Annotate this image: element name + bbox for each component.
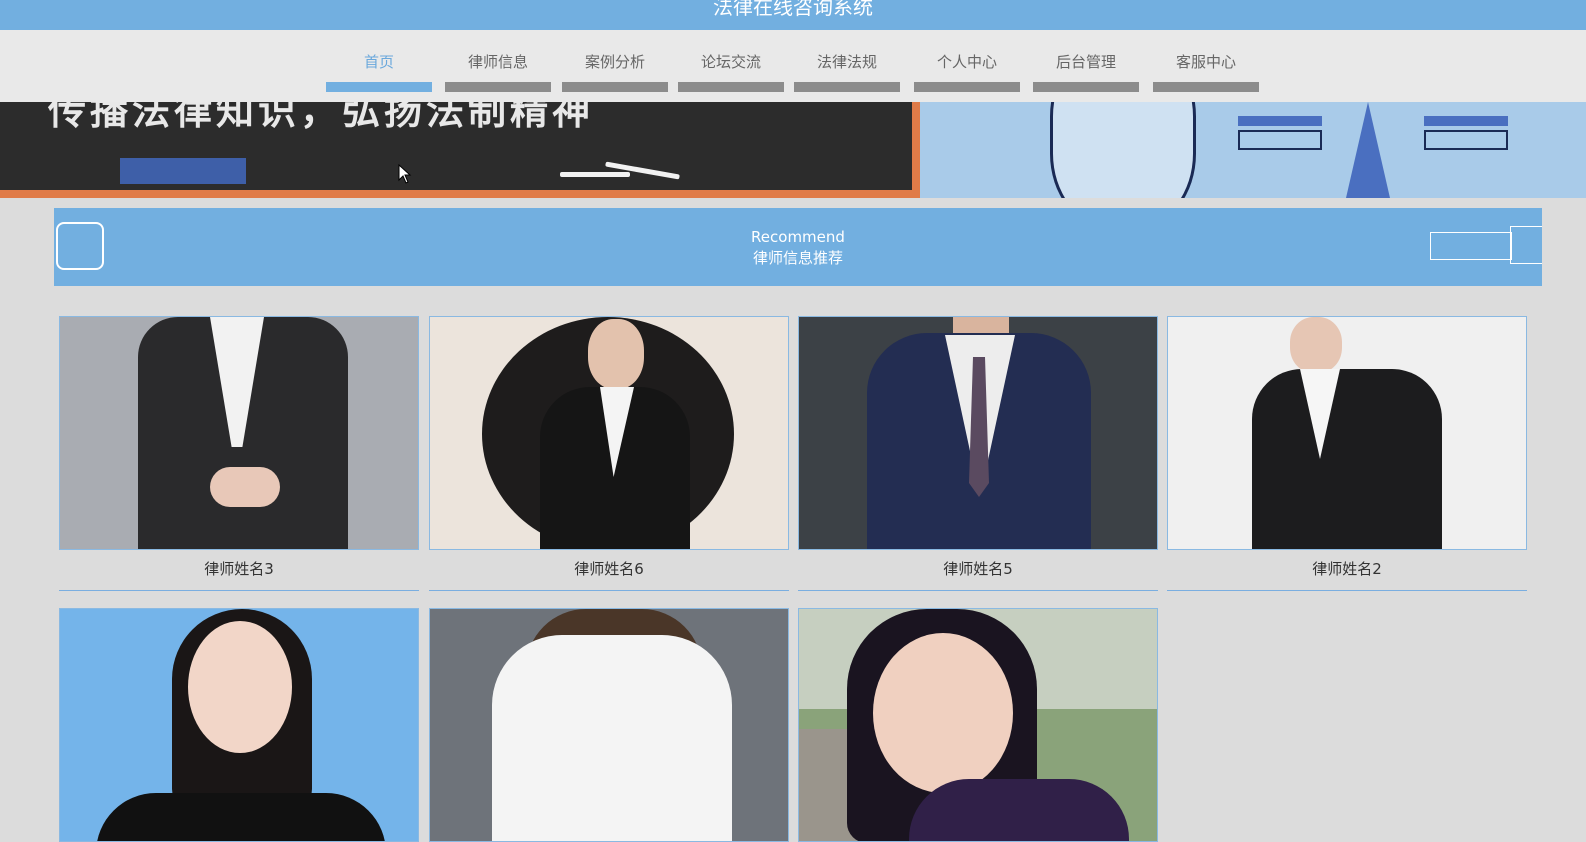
illustration-figure [1050,102,1196,198]
lawyer-photo[interactable] [1167,316,1527,550]
nav-profile[interactable]: 个人中心 [914,52,1020,92]
illustration-pocket-outline [1238,130,1322,150]
illustration-pocket-outline [1424,130,1508,150]
lawyer-name: 律师姓名2 [1312,560,1382,578]
nav-underline [794,82,900,92]
nav-underline [326,82,432,92]
nav-underline [562,82,668,92]
jacket-shape [909,779,1129,841]
nav-underline [445,82,551,92]
suit-shape [1252,369,1442,549]
nav-underline [1033,82,1139,92]
nav-label: 首页 [363,53,394,71]
recommend-decor-frame [1510,226,1542,264]
illustration-pocket [1238,116,1322,126]
nav-label: 案例分析 [584,53,645,71]
nav-label: 后台管理 [1055,53,1116,71]
mouse-cursor-icon [398,164,412,184]
main-nav: 首页 律师信息 案例分析 论坛交流 法律法规 个人中心 后台管理 客服中心 [0,30,1586,102]
recommend-title-en: Recommend [751,228,845,246]
lawyer-photo[interactable] [429,316,789,550]
hands-shape [210,467,280,507]
nav-home[interactable]: 首页 [326,52,432,92]
card-divider [429,590,789,591]
nav-support[interactable]: 客服中心 [1153,52,1259,92]
nav-underline [914,82,1020,92]
recommend-header: Recommend 律师信息推荐 [54,208,1542,286]
lawyer-photo[interactable] [59,316,419,550]
nav-admin[interactable]: 后台管理 [1033,52,1139,92]
nav-underline [1153,82,1259,92]
card-divider [1167,590,1527,591]
board-eraser-shape [120,158,246,184]
lawyer-photo[interactable] [429,608,789,842]
lawyer-photo[interactable] [798,316,1158,550]
lawyer-photo[interactable] [59,608,419,842]
nav-underline [678,82,784,92]
lawyer-name: 律师姓名6 [574,560,644,578]
lawyer-name: 律师姓名3 [204,560,274,578]
nav-cases[interactable]: 案例分析 [562,52,668,92]
face-shape [1290,317,1342,373]
card-divider [798,590,1158,591]
tie-illustration [1346,102,1390,198]
lawyer-name: 律师姓名5 [943,560,1013,578]
shirt-shape [492,635,732,841]
nav-laws[interactable]: 法律法规 [794,52,900,92]
face-shape [588,319,644,389]
nav-label: 论坛交流 [700,53,761,71]
chalkboard-illustration: 传播法律知识，弘扬法制精神 [0,102,920,198]
illustration-pocket [1424,116,1508,126]
recommend-decor-frame [1430,232,1512,260]
recommend-title-cn: 律师信息推荐 [752,249,843,267]
face-shape [188,621,292,753]
card-divider [59,590,419,591]
top-title-bar: 法律在线咨询系统 [0,0,1586,30]
nav-label: 客服中心 [1175,53,1236,71]
nav-label: 个人中心 [936,53,997,71]
nav-label: 律师信息 [467,53,528,71]
nav-label: 法律法规 [816,53,877,71]
nav-lawyers[interactable]: 律师信息 [445,52,551,92]
suit-shape [96,793,386,841]
face-shape [873,633,1013,793]
chalk-shape [560,172,630,177]
lawyer-photo[interactable] [798,608,1158,842]
site-title: 法律在线咨询系统 [713,0,873,19]
banner-slogan: 传播法律知识，弘扬法制精神 [48,102,595,133]
nav-forum[interactable]: 论坛交流 [678,52,784,92]
hero-banner[interactable]: 传播法律知识，弘扬法制精神 [0,102,1586,198]
